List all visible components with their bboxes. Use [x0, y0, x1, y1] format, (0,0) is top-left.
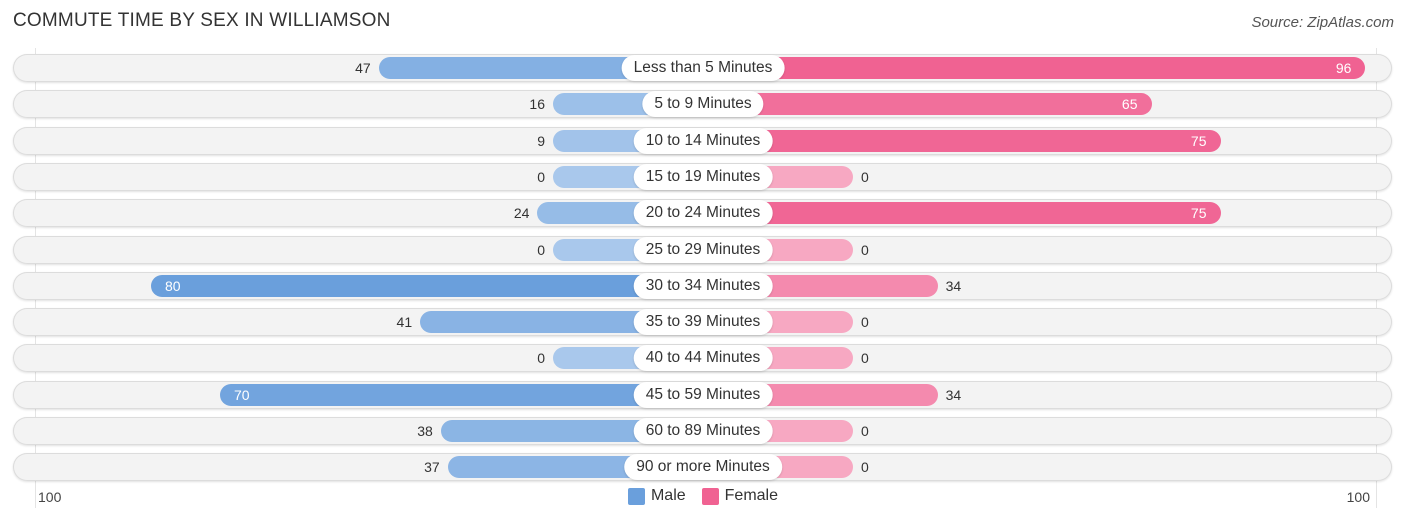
value-label-male: 0 [537, 241, 545, 258]
value-label-female: 65 [1121, 96, 1138, 113]
category-label: 35 to 39 Minutes [633, 309, 773, 336]
legend-label-male: Male [650, 487, 686, 504]
chart-title: COMMUTE TIME BY SEX IN WILLIAMSON [13, 10, 391, 31]
value-label-female: 96 [1335, 60, 1352, 76]
value-label-male: 16 [529, 96, 545, 113]
value-label-female: 75 [1190, 132, 1207, 149]
legend-item-male: Male [627, 487, 686, 505]
value-label-male: 9 [537, 132, 545, 149]
value-label-female: 0 [861, 241, 869, 258]
value-label-male: 0 [537, 350, 545, 367]
value-label-male: 38 [417, 423, 433, 439]
legend-swatch-female [701, 487, 719, 505]
value-label-male: 80 [165, 277, 181, 294]
value-label-female: 34 [945, 386, 962, 403]
value-label-male: 70 [234, 386, 250, 403]
category-label: 5 to 9 Minutes [642, 91, 764, 118]
category-label: 90 or more Minutes [624, 454, 782, 481]
category-label: 25 to 29 Minutes [633, 236, 773, 263]
value-label-male: 41 [396, 314, 413, 331]
value-label-male: 24 [513, 205, 530, 222]
bar-male [151, 274, 703, 297]
category-label: 10 to 14 Minutes [633, 127, 773, 154]
bar-male [220, 383, 703, 406]
category-label: 20 to 24 Minutes [633, 200, 773, 227]
category-label: Less than 5 Minutes [621, 55, 785, 81]
bar-female [703, 57, 1366, 79]
category-label: 40 to 44 Minutes [633, 345, 773, 372]
legend: Male Female [0, 487, 1406, 505]
value-label-female: 0 [861, 459, 869, 476]
bar-female [703, 93, 1152, 116]
value-label-female: 0 [861, 423, 869, 439]
legend-label-female: Female [724, 487, 779, 504]
category-label: 30 to 34 Minutes [633, 272, 773, 299]
category-label: 15 to 19 Minutes [633, 163, 773, 190]
value-label-male: 47 [355, 60, 371, 76]
value-label-female: 75 [1190, 205, 1207, 222]
value-label-female: 0 [861, 350, 869, 367]
legend-item-female: Female [701, 487, 779, 505]
value-label-female: 34 [945, 277, 962, 294]
legend-swatch-male [627, 487, 645, 505]
source-label: Source: ZipAtlas.com [1251, 14, 1394, 31]
chart-root: COMMUTE TIME BY SEX IN WILLIAMSON Source… [0, 0, 1406, 522]
value-label-male: 37 [424, 459, 440, 476]
bar-female [703, 129, 1221, 152]
value-label-female: 0 [861, 314, 869, 331]
category-label: 60 to 89 Minutes [633, 418, 773, 444]
category-label: 45 to 59 Minutes [633, 381, 773, 408]
value-label-male: 0 [537, 168, 545, 185]
bar-female [703, 202, 1221, 225]
value-label-female: 0 [861, 168, 869, 185]
